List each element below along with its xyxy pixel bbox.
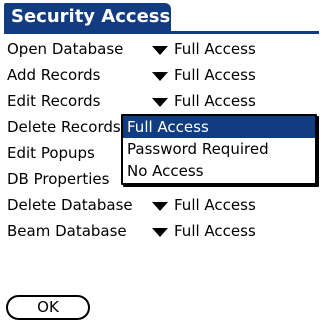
- delete-database-access-select[interactable]: Full Access: [152, 193, 312, 217]
- edit-records-access-select[interactable]: Full Access: [152, 89, 312, 113]
- row-label: Add Records: [7, 66, 101, 84]
- dropdown-value: Full Access: [174, 92, 256, 110]
- dropdown-value: Full Access: [174, 222, 256, 240]
- row-label: Delete Database: [7, 196, 133, 214]
- row-label: Open Database: [7, 40, 124, 58]
- dialog-title: Security Access: [11, 6, 171, 27]
- popup-option-full-access[interactable]: Full Access: [123, 116, 315, 138]
- ok-button[interactable]: OK: [6, 295, 90, 320]
- row-label: Delete Records: [7, 118, 121, 136]
- row-add-records: Add Records Full Access: [7, 63, 317, 89]
- open-database-access-select[interactable]: Full Access: [152, 37, 312, 61]
- row-open-database: Open Database Full Access: [7, 37, 317, 63]
- row-label: Edit Popups: [7, 144, 95, 162]
- row-label: Beam Database: [7, 222, 127, 240]
- row-delete-database: Delete Database Full Access: [7, 193, 317, 219]
- row-edit-records: Edit Records Full Access: [7, 89, 317, 115]
- dropdown-value: Full Access: [174, 196, 256, 214]
- triangle-down-icon: [152, 72, 168, 81]
- access-level-popup-list: Full Access Password Required No Access: [121, 114, 317, 185]
- beam-database-access-select[interactable]: Full Access: [152, 219, 312, 243]
- title-bar: Security Access: [4, 3, 171, 31]
- row-label: DB Properties: [7, 170, 110, 188]
- triangle-down-icon: [152, 46, 168, 55]
- dropdown-value: Full Access: [174, 40, 256, 58]
- triangle-down-icon: [152, 202, 168, 211]
- triangle-down-icon: [152, 228, 168, 237]
- row-label: Edit Records: [7, 92, 101, 110]
- security-access-dialog: Security Access Open Database Full Acces…: [0, 0, 323, 328]
- triangle-down-icon: [152, 98, 168, 107]
- popup-option-no-access[interactable]: No Access: [123, 160, 315, 182]
- popup-option-password-required[interactable]: Password Required: [123, 138, 315, 160]
- row-beam-database: Beam Database Full Access: [7, 219, 317, 245]
- dropdown-value: Full Access: [174, 66, 256, 84]
- title-divider: [4, 31, 319, 34]
- add-records-access-select[interactable]: Full Access: [152, 63, 312, 87]
